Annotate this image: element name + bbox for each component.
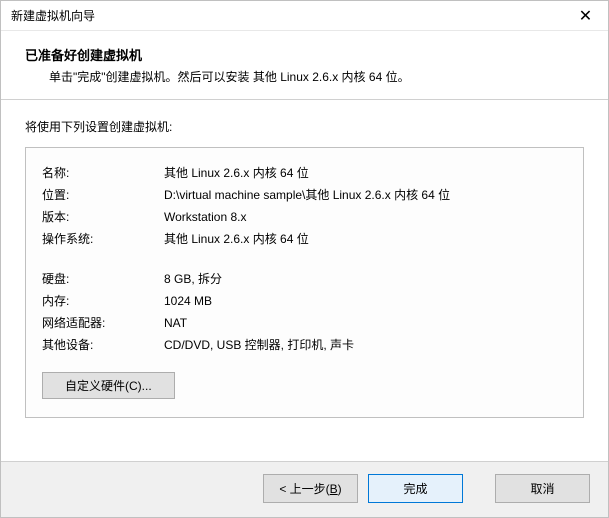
footer: < 上一步(B) 完成 取消 bbox=[1, 461, 608, 517]
spec-row-name: 名称: 其他 Linux 2.6.x 内核 64 位 bbox=[42, 162, 567, 184]
footer-gap bbox=[473, 474, 485, 503]
close-icon: ✕ bbox=[579, 6, 592, 26]
header-subtitle: 单击"完成"创建虚拟机。然后可以安装 其他 Linux 2.6.x 内核 64 … bbox=[25, 68, 584, 85]
body-section: 将使用下列设置创建虚拟机: 名称: 其他 Linux 2.6.x 内核 64 位… bbox=[1, 100, 608, 461]
header-section: 已准备好创建虚拟机 单击"完成"创建虚拟机。然后可以安装 其他 Linux 2.… bbox=[1, 31, 608, 100]
back-label-prefix: < 上一步( bbox=[279, 482, 329, 496]
spec-label: 版本: bbox=[42, 206, 164, 228]
back-label-suffix: ) bbox=[338, 482, 342, 496]
back-button[interactable]: < 上一步(B) bbox=[263, 474, 358, 503]
spec-row-version: 版本: Workstation 8.x bbox=[42, 206, 567, 228]
spec-value: 其他 Linux 2.6.x 内核 64 位 bbox=[164, 162, 567, 184]
customize-row: 自定义硬件(C)... bbox=[42, 372, 567, 399]
wizard-window: 新建虚拟机向导 ✕ 已准备好创建虚拟机 单击"完成"创建虚拟机。然后可以安装 其… bbox=[0, 0, 609, 518]
cancel-button[interactable]: 取消 bbox=[495, 474, 590, 503]
spec-value: 其他 Linux 2.6.x 内核 64 位 bbox=[164, 228, 567, 250]
spec-row-memory: 内存: 1024 MB bbox=[42, 290, 567, 312]
spec-value: 8 GB, 拆分 bbox=[164, 268, 567, 290]
spec-label: 网络适配器: bbox=[42, 312, 164, 334]
spec-value: 1024 MB bbox=[164, 290, 567, 312]
titlebar: 新建虚拟机向导 ✕ bbox=[1, 1, 608, 31]
spec-value: Workstation 8.x bbox=[164, 206, 567, 228]
spec-value: D:\virtual machine sample\其他 Linux 2.6.x… bbox=[164, 184, 567, 206]
spec-value: NAT bbox=[164, 312, 567, 334]
spec-row-disk: 硬盘: 8 GB, 拆分 bbox=[42, 268, 567, 290]
header-title: 已准备好创建虚拟机 bbox=[25, 45, 584, 64]
spec-gap bbox=[42, 250, 567, 268]
close-button[interactable]: ✕ bbox=[563, 1, 608, 31]
spec-row-os: 操作系统: 其他 Linux 2.6.x 内核 64 位 bbox=[42, 228, 567, 250]
finish-button[interactable]: 完成 bbox=[368, 474, 463, 503]
spec-row-location: 位置: D:\virtual machine sample\其他 Linux 2… bbox=[42, 184, 567, 206]
spec-row-other-devices: 其他设备: CD/DVD, USB 控制器, 打印机, 声卡 bbox=[42, 334, 567, 356]
spec-label: 位置: bbox=[42, 184, 164, 206]
body-label: 将使用下列设置创建虚拟机: bbox=[25, 118, 584, 135]
spec-label: 操作系统: bbox=[42, 228, 164, 250]
spec-label: 名称: bbox=[42, 162, 164, 184]
spec-value: CD/DVD, USB 控制器, 打印机, 声卡 bbox=[164, 334, 567, 356]
spec-label: 其他设备: bbox=[42, 334, 164, 356]
customize-hardware-button[interactable]: 自定义硬件(C)... bbox=[42, 372, 175, 399]
spec-panel: 名称: 其他 Linux 2.6.x 内核 64 位 位置: D:\virtua… bbox=[25, 147, 584, 418]
back-label-key: B bbox=[330, 482, 338, 496]
spec-label: 内存: bbox=[42, 290, 164, 312]
window-title: 新建虚拟机向导 bbox=[11, 7, 95, 24]
spec-row-network: 网络适配器: NAT bbox=[42, 312, 567, 334]
spec-label: 硬盘: bbox=[42, 268, 164, 290]
